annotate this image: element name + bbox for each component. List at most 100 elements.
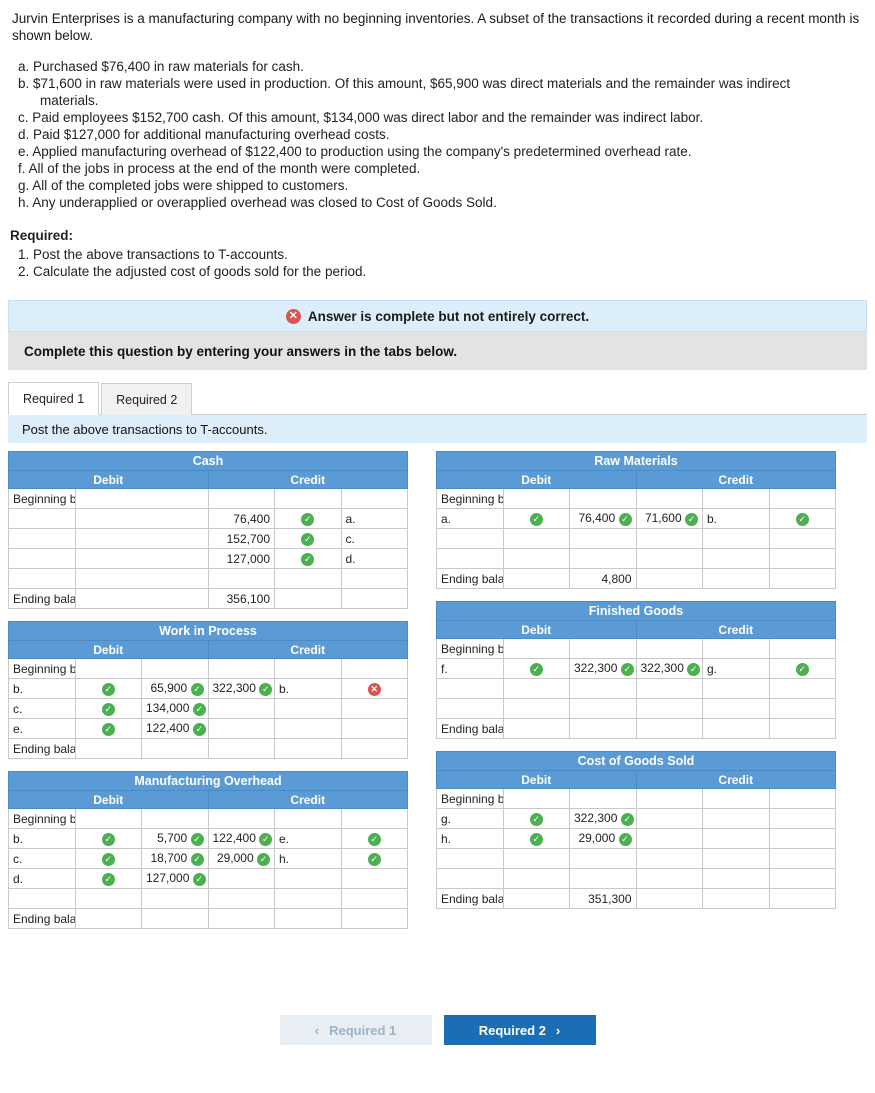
credit-amount[interactable] xyxy=(635,788,703,809)
credit-label[interactable]: d. xyxy=(340,548,408,569)
tab-required-1[interactable]: Required 1 xyxy=(8,382,100,415)
debit-amount[interactable] xyxy=(569,528,637,549)
credit-label[interactable] xyxy=(768,528,836,549)
credit-amount[interactable]: 322,300 ✓ xyxy=(207,678,275,699)
credit-label[interactable] xyxy=(340,488,408,509)
credit-amount[interactable] xyxy=(207,718,275,739)
credit-amount[interactable] xyxy=(635,698,703,719)
credit-label[interactable] xyxy=(340,808,408,829)
credit-amount[interactable]: 122,400 ✓ xyxy=(207,828,275,849)
row-label[interactable] xyxy=(436,848,504,869)
credit-amount[interactable] xyxy=(635,868,703,889)
credit-label[interactable] xyxy=(340,568,408,589)
debit-amount[interactable] xyxy=(569,788,637,809)
credit-label[interactable] xyxy=(340,698,408,719)
credit-label[interactable] xyxy=(768,698,836,719)
next-button[interactable]: Required 2 › xyxy=(443,1015,596,1045)
debit-amount[interactable]: 76,400 ✓ xyxy=(569,508,637,529)
credit-amount[interactable] xyxy=(635,808,703,829)
row-label[interactable]: h. xyxy=(436,828,504,849)
tab-required-2[interactable]: Required 2 xyxy=(101,383,193,415)
credit-label[interactable] xyxy=(768,788,836,809)
debit-amount[interactable]: 127,000 ✓ xyxy=(141,868,209,889)
debit-amount[interactable] xyxy=(569,698,637,719)
credit-label[interactable] xyxy=(340,888,408,909)
credit-label[interactable] xyxy=(768,828,836,849)
credit-amount[interactable] xyxy=(207,808,275,829)
debit-amount[interactable]: 29,000 ✓ xyxy=(569,828,637,849)
credit-amount[interactable] xyxy=(207,568,275,589)
debit-amount[interactable] xyxy=(74,528,209,549)
debit-amount[interactable] xyxy=(141,658,209,679)
row-label[interactable]: g. xyxy=(436,808,504,829)
credit-label[interactable] xyxy=(340,868,408,889)
credit-amount[interactable]: 76,400 xyxy=(207,508,275,529)
credit-amount[interactable] xyxy=(207,888,275,909)
debit-amount[interactable] xyxy=(569,678,637,699)
row-label[interactable]: c. xyxy=(8,698,76,719)
credit-amount[interactable]: 322,300 ✓ xyxy=(635,658,703,679)
credit-amount[interactable] xyxy=(635,488,703,509)
debit-amount[interactable]: 322,300 ✓ xyxy=(569,658,637,679)
credit-label[interactable] xyxy=(768,548,836,569)
credit-label[interactable]: g. xyxy=(702,658,770,679)
debit-amount[interactable]: 134,000 ✓ xyxy=(141,698,209,719)
debit-amount[interactable] xyxy=(74,488,209,509)
credit-amount[interactable] xyxy=(207,698,275,719)
row-label[interactable]: d. xyxy=(8,868,76,889)
credit-amount[interactable] xyxy=(635,528,703,549)
row-label[interactable] xyxy=(8,528,76,549)
row-label[interactable]: b. xyxy=(8,828,76,849)
debit-amount[interactable] xyxy=(569,488,637,509)
row-label[interactable] xyxy=(436,678,504,699)
debit-amount[interactable] xyxy=(74,508,209,529)
credit-label[interactable]: b. xyxy=(702,508,770,529)
row-label[interactable]: f. xyxy=(436,658,504,679)
credit-label[interactable]: a. xyxy=(340,508,408,529)
credit-label[interactable] xyxy=(340,658,408,679)
row-label[interactable] xyxy=(8,508,76,529)
credit-amount[interactable]: 127,000 xyxy=(207,548,275,569)
debit-amount[interactable]: 18,700 ✓ xyxy=(141,848,209,869)
debit-amount[interactable] xyxy=(569,638,637,659)
credit-amount[interactable] xyxy=(635,828,703,849)
credit-label[interactable] xyxy=(340,718,408,739)
credit-label[interactable]: h. xyxy=(274,848,342,869)
credit-amount[interactable]: 29,000 ✓ xyxy=(207,848,275,869)
credit-label[interactable] xyxy=(768,808,836,829)
row-label[interactable]: c. xyxy=(8,848,76,869)
debit-amount[interactable]: 122,400 ✓ xyxy=(141,718,209,739)
row-label[interactable] xyxy=(8,888,76,909)
credit-amount[interactable]: 71,600 ✓ xyxy=(635,508,703,529)
debit-amount[interactable]: 65,900 ✓ xyxy=(141,678,209,699)
credit-label[interactable] xyxy=(768,868,836,889)
debit-amount[interactable] xyxy=(74,568,209,589)
debit-amount[interactable] xyxy=(569,868,637,889)
debit-amount[interactable] xyxy=(569,848,637,869)
row-label[interactable] xyxy=(436,868,504,889)
row-label[interactable] xyxy=(8,548,76,569)
credit-amount[interactable] xyxy=(207,658,275,679)
credit-amount[interactable] xyxy=(635,638,703,659)
credit-label[interactable] xyxy=(768,638,836,659)
credit-amount[interactable] xyxy=(207,488,275,509)
credit-amount[interactable] xyxy=(635,548,703,569)
credit-amount[interactable] xyxy=(635,678,703,699)
credit-label[interactable]: c. xyxy=(340,528,408,549)
credit-amount[interactable] xyxy=(207,868,275,889)
credit-label[interactable] xyxy=(768,848,836,869)
row-label[interactable]: b. xyxy=(8,678,76,699)
previous-button[interactable]: ‹ Required 1 xyxy=(279,1015,432,1045)
row-label[interactable] xyxy=(8,568,76,589)
credit-amount[interactable] xyxy=(635,848,703,869)
credit-label[interactable]: e. xyxy=(274,828,342,849)
debit-amount[interactable]: 322,300 ✓ xyxy=(569,808,637,829)
debit-amount[interactable]: 5,700 ✓ xyxy=(141,828,209,849)
debit-amount[interactable] xyxy=(74,548,209,569)
row-label[interactable]: a. xyxy=(436,508,504,529)
debit-amount[interactable] xyxy=(141,888,209,909)
debit-amount[interactable] xyxy=(141,808,209,829)
credit-label[interactable] xyxy=(768,678,836,699)
credit-amount[interactable]: 152,700 xyxy=(207,528,275,549)
row-label[interactable]: e. xyxy=(8,718,76,739)
